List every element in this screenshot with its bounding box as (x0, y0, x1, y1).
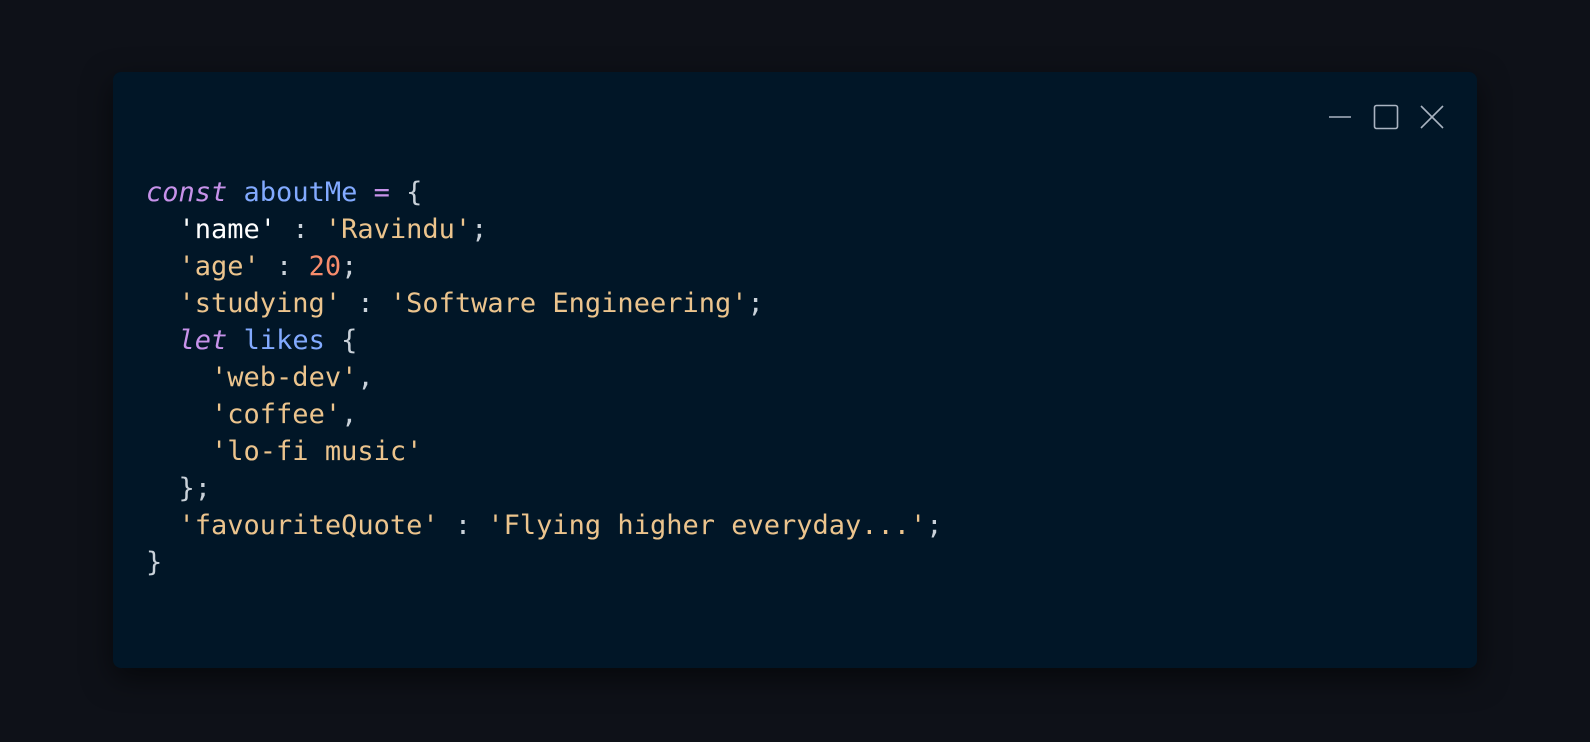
window-controls (1325, 102, 1447, 132)
code-line-7: 'coffee', (146, 396, 943, 433)
code-line-5: let likes { (146, 322, 943, 359)
close-brace: }; (178, 473, 212, 504)
terminator: ; (747, 288, 764, 319)
code-line-1: const aboutMe = { (146, 174, 943, 211)
comma: , (357, 362, 374, 393)
terminator: ; (341, 251, 358, 282)
close-brace: } (146, 547, 163, 578)
code-line-9: }; (146, 470, 943, 507)
minimize-button[interactable] (1325, 102, 1355, 132)
code-line-10: 'favouriteQuote' : 'Flying higher everyd… (146, 507, 943, 544)
separator: : (438, 510, 488, 541)
like-item: 'coffee' (211, 399, 342, 430)
page: const aboutMe = { 'name' : 'Ravindu'; 'a… (0, 0, 1590, 742)
value-name: 'Ravindu' (324, 214, 472, 245)
code-line-3: 'age' : 20; (146, 248, 943, 285)
maximize-icon (1373, 104, 1399, 130)
code-line-4: 'studying' : 'Software Engineering'; (146, 285, 943, 322)
value-favourite-quote: 'Flying higher everyday...' (487, 510, 927, 541)
code-line-8: 'lo-fi music' (146, 433, 943, 470)
code-line-6: 'web-dev', (146, 359, 943, 396)
comma: , (341, 399, 358, 430)
close-icon (1420, 105, 1444, 129)
key-favourite-quote: 'favouriteQuote' (178, 510, 439, 541)
close-button[interactable] (1417, 102, 1447, 132)
keyword-const: const (146, 177, 228, 208)
separator: : (341, 288, 390, 319)
like-item: 'lo-fi music' (211, 436, 423, 467)
key-name: 'name' (178, 214, 277, 245)
code-window: const aboutMe = { 'name' : 'Ravindu'; 'a… (113, 72, 1477, 668)
assign-operator: = (373, 177, 390, 208)
identifier-likes: likes (243, 325, 325, 356)
open-brace: { (406, 177, 423, 208)
value-age: 20 (308, 251, 342, 282)
terminator: ; (471, 214, 488, 245)
code-line-11: } (146, 544, 943, 581)
key-age: 'age' (178, 251, 260, 282)
key-studying: 'studying' (178, 288, 342, 319)
terminator: ; (926, 510, 943, 541)
keyword-let: let (178, 325, 228, 356)
identifier-aboutme: aboutMe (243, 177, 358, 208)
minimize-icon (1329, 116, 1351, 118)
separator: : (276, 214, 325, 245)
maximize-button[interactable] (1371, 102, 1401, 132)
code-block: const aboutMe = { 'name' : 'Ravindu'; 'a… (146, 174, 943, 581)
code-line-2: 'name' : 'Ravindu'; (146, 211, 943, 248)
separator: : (259, 251, 309, 282)
open-brace: { (341, 325, 358, 356)
like-item: 'web-dev' (211, 362, 358, 393)
value-studying: 'Software Engineering' (389, 288, 748, 319)
